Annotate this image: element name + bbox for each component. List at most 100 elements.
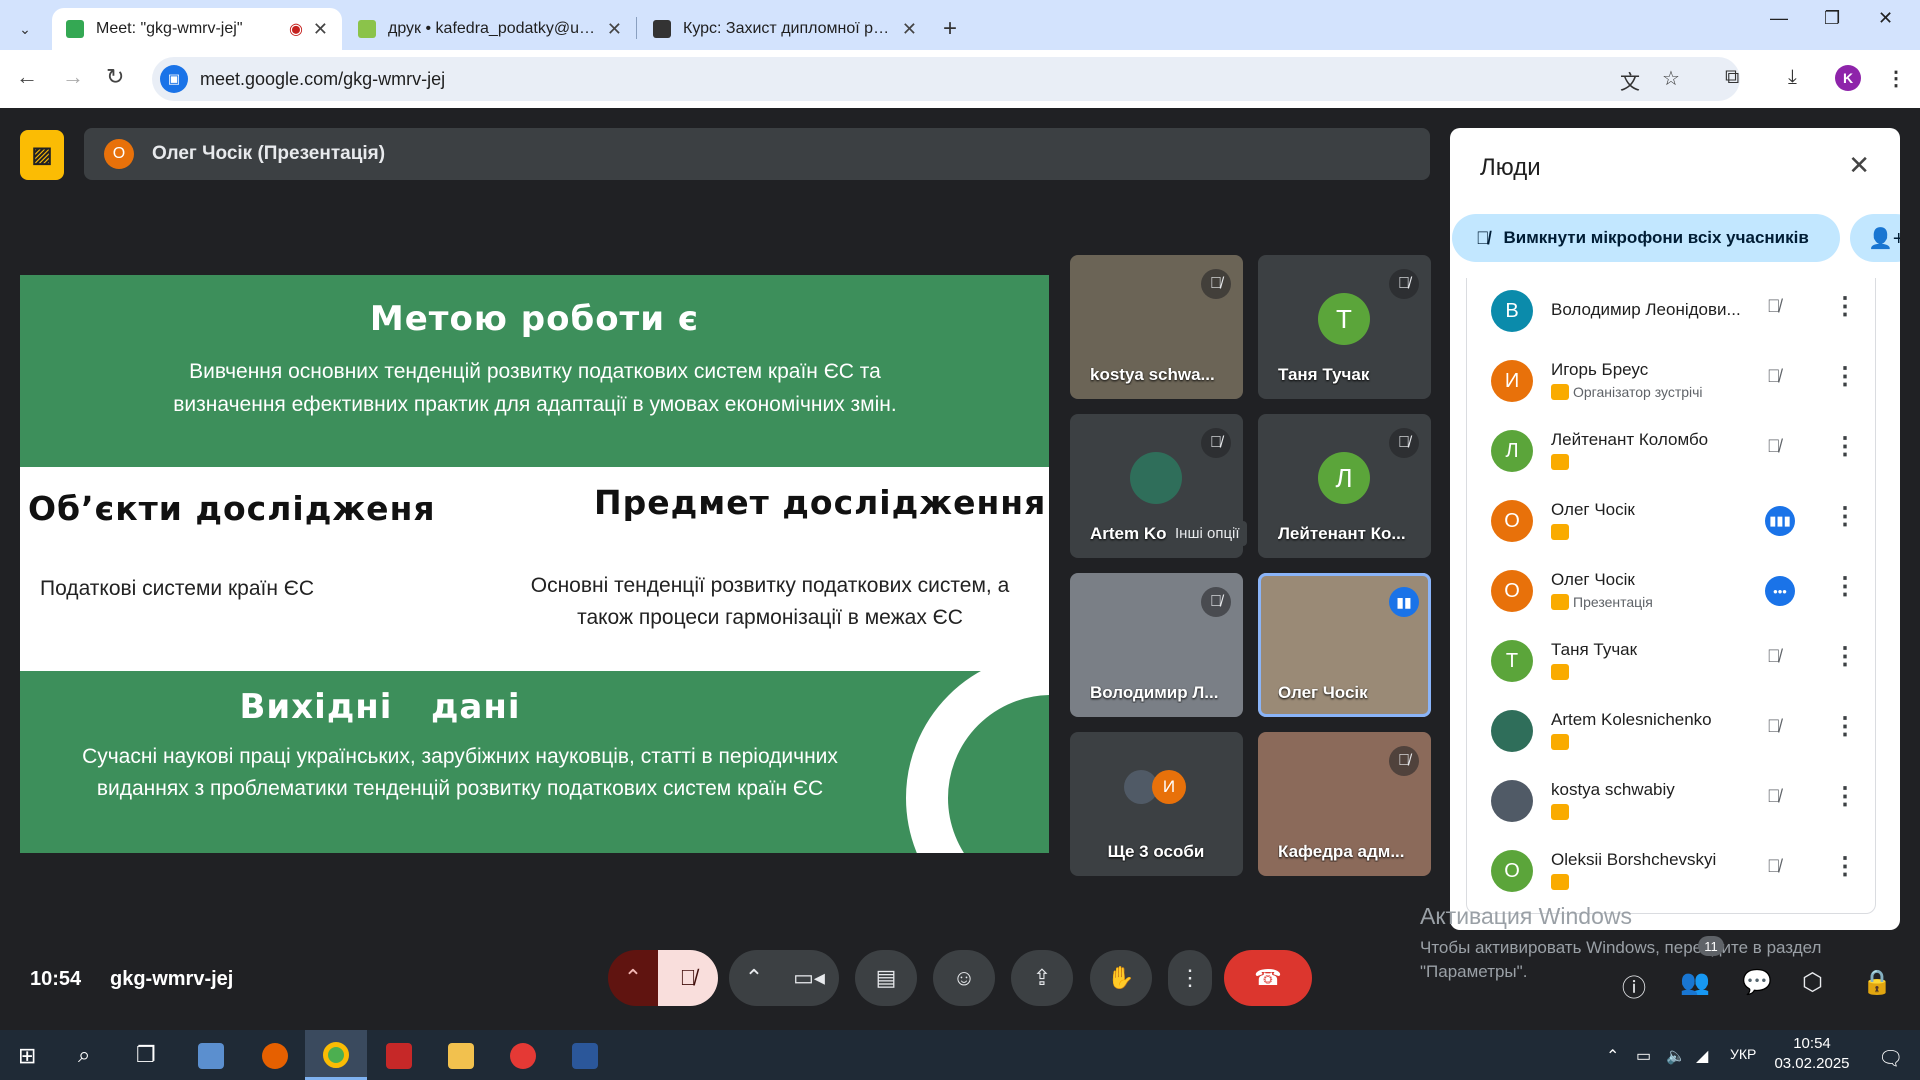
app-icon[interactable]	[386, 1043, 412, 1069]
meet-icon	[66, 20, 84, 38]
list-item[interactable]: О Олег Чосік ▮▮▮ ⋮	[1467, 488, 1877, 558]
search-icon[interactable]: ⌕	[78, 1042, 90, 1068]
mute-all-button[interactable]: 🎙̸ Вимкнути мікрофони всіх учасників	[1452, 214, 1840, 262]
close-icon[interactable]: ✕	[1848, 150, 1870, 181]
participant-tile[interactable]: 🎙̸ Володимир Л...	[1070, 573, 1243, 717]
slide-objects-text: Податкові системи країн ЄС	[40, 577, 315, 600]
translate-icon[interactable]: 文	[1620, 66, 1640, 95]
participant-tile-active[interactable]: ▮▮ Олег Чосік	[1258, 573, 1431, 717]
avatar	[1491, 780, 1533, 822]
more-people-tile[interactable]: И Ще 3 особи	[1070, 732, 1243, 876]
new-tab-icon[interactable]: +	[943, 8, 957, 50]
bookmark-star-icon[interactable]: ☆	[1662, 66, 1680, 91]
list-item[interactable]: Artem Kolesnichenko 🎙̸ ⋮	[1467, 698, 1877, 768]
site-info-icon[interactable]: ▣	[160, 65, 188, 93]
word-icon[interactable]	[572, 1043, 598, 1069]
audio-options-button[interactable]: ⌃	[608, 950, 658, 1006]
tile-name: Володимир Л...	[1090, 683, 1219, 702]
list-item[interactable]: И Игорь Бреус Організатор зустрічі 🎙̸ ⋮	[1467, 348, 1877, 418]
menu-icon[interactable]: ⋮	[1886, 66, 1906, 91]
chrome-taskbar-button[interactable]	[305, 1030, 367, 1080]
close-icon[interactable]: ✕	[607, 19, 622, 40]
more-options-icon[interactable]: ⋮	[1833, 432, 1857, 461]
back-icon[interactable]: ←	[16, 64, 38, 90]
people-icon[interactable]: 👥	[1680, 968, 1710, 997]
tab-meet[interactable]: Meet: "gkg-wmrv-jej" ◉ ✕	[52, 8, 342, 50]
participant-tile[interactable]: 🎙̸ Т Таня Тучак	[1258, 255, 1431, 399]
participant-tile[interactable]: 🎙̸ Л Лейтенант Ко...	[1258, 414, 1431, 558]
meeting-info-icon[interactable]: ⓘ	[1622, 968, 1646, 1003]
list-item[interactable]: О Oleksii Borshchevskyi 🎙̸ ⋮	[1467, 838, 1877, 908]
app-icon[interactable]	[198, 1043, 224, 1069]
network-icon[interactable]: ◢	[1696, 1046, 1708, 1066]
more-options-icon[interactable]: ⋮	[1833, 502, 1857, 531]
list-item[interactable]: Л Лейтенант Коломбо 🎙̸ ⋮	[1467, 418, 1877, 488]
opera-icon[interactable]	[510, 1043, 536, 1069]
minimize-icon[interactable]: —	[1770, 8, 1788, 29]
more-options-icon[interactable]: ⋮	[1833, 712, 1857, 741]
participant-tile[interactable]: 🎙̸ Кафедра адм...	[1258, 732, 1431, 876]
add-person-button[interactable]: 👤+	[1850, 214, 1900, 262]
more-options-icon[interactable]: ⋮	[1833, 782, 1857, 811]
close-icon[interactable]: ✕	[902, 19, 917, 40]
participant-tile[interactable]: 🎙̸ kostya schwa...	[1070, 255, 1243, 399]
mic-off-icon[interactable]: 🎙̸	[1767, 366, 1781, 387]
tile-name: kostya schwa...	[1090, 365, 1215, 384]
mic-off-icon[interactable]: 🎙̸	[1767, 856, 1781, 877]
more-options-icon[interactable]: ⋮	[1833, 362, 1857, 391]
download-icon[interactable]: ⤓	[1788, 66, 1797, 89]
url-field[interactable]: ▣ meet.google.com/gkg-wmrv-jej	[152, 57, 1740, 101]
host-controls-icon[interactable]: 🔒	[1862, 968, 1892, 997]
list-item[interactable]: Т Таня Тучак 🎙̸ ⋮	[1467, 628, 1877, 698]
restore-icon[interactable]: ❐	[1824, 8, 1840, 29]
chat-icon[interactable]: 💬	[1742, 968, 1772, 997]
volume-icon[interactable]: 🔈	[1666, 1046, 1686, 1066]
file-explorer-icon[interactable]	[448, 1043, 474, 1069]
tab-search-icon[interactable]: ⌄	[0, 8, 50, 50]
presentation-icon[interactable]: ▨	[20, 130, 64, 180]
forward-icon[interactable]: →	[62, 64, 84, 90]
task-view-icon[interactable]: ❐	[136, 1042, 156, 1068]
emoji-button[interactable]: ☺	[933, 950, 995, 1006]
tab-course[interactable]: Курс: Захист дипломної робот ✕	[639, 8, 931, 50]
language-indicator[interactable]: УКР	[1730, 1046, 1756, 1062]
mic-toggle-button[interactable]: 🎙̸	[658, 950, 718, 1006]
mic-off-icon[interactable]: 🎙̸	[1767, 436, 1781, 457]
leave-call-button[interactable]: ☎	[1224, 950, 1312, 1006]
present-button[interactable]: ⇪	[1011, 950, 1073, 1006]
mic-off-icon[interactable]: 🎙̸	[1767, 716, 1781, 737]
battery-icon[interactable]: ▭	[1636, 1046, 1651, 1066]
tray-chevron-icon[interactable]: ⌃	[1606, 1046, 1619, 1066]
taskbar-clock[interactable]: 10:54 03.02.2025	[1772, 1034, 1852, 1074]
windows-start-icon[interactable]: ⊞	[18, 1043, 36, 1069]
more-options-icon[interactable]: ⋮	[1833, 642, 1857, 671]
window-close-icon[interactable]: ✕	[1878, 8, 1893, 29]
notifications-icon[interactable]: 🗨	[1878, 1046, 1903, 1071]
clock-time: 10:54	[1793, 1035, 1831, 1052]
slide-goal-text: Вивчення основних тенденцій розвитку под…	[173, 360, 897, 416]
reload-icon[interactable]: ↻	[106, 64, 124, 90]
mic-off-icon[interactable]: 🎙̸	[1767, 646, 1781, 667]
list-item[interactable]: В Володимир Леонідови... 🎙̸ ⋮	[1467, 278, 1877, 348]
person-name: Володимир Леонідови...	[1551, 300, 1741, 319]
raise-hand-button[interactable]: ✋	[1090, 950, 1152, 1006]
mic-off-icon[interactable]: 🎙̸	[1767, 296, 1781, 317]
captions-button[interactable]: ▤	[855, 950, 917, 1006]
tab-mail[interactable]: друк • kafedra_podatky@ukr.n ✕	[344, 8, 636, 50]
list-item[interactable]: kostya schwabiy 🎙̸ ⋮	[1467, 768, 1877, 838]
close-icon[interactable]: ✕	[313, 19, 328, 40]
camera-toggle-button[interactable]: ▭◂	[779, 950, 839, 1006]
more-options-icon[interactable]: ⋮	[1833, 852, 1857, 881]
firefox-icon[interactable]	[262, 1043, 288, 1069]
profile-avatar[interactable]: K	[1835, 65, 1861, 91]
more-options-button[interactable]: ⋮	[1168, 950, 1212, 1006]
video-options-button[interactable]: ⌃	[729, 950, 779, 1006]
list-item[interactable]: О Олег Чосік Презентація ••• ⋮	[1467, 558, 1877, 628]
presenting-icon	[1551, 524, 1569, 540]
more-options-icon[interactable]: ⋮	[1833, 572, 1857, 601]
activities-icon[interactable]: ⬡	[1802, 968, 1823, 997]
more-options-icon[interactable]: ⋮	[1833, 292, 1857, 321]
mic-off-icon[interactable]: 🎙̸	[1767, 786, 1781, 807]
slide-subject-title: Предмет дослідження	[594, 483, 1047, 522]
extensions-icon[interactable]: ⧉	[1725, 66, 1739, 89]
